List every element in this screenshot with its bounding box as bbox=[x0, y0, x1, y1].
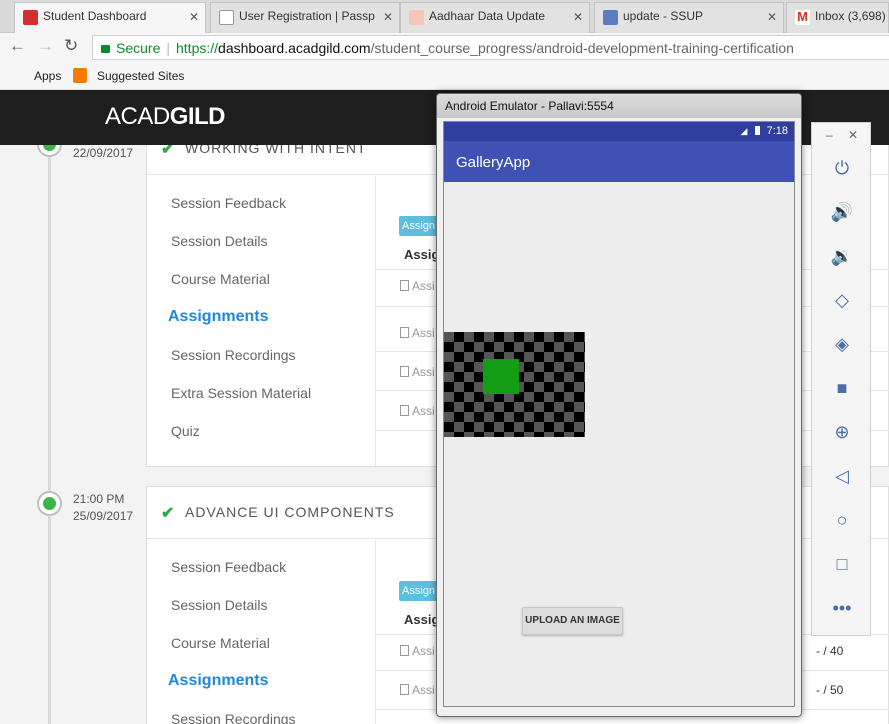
tab-student-dashboard[interactable]: Student Dashboard ✕ bbox=[14, 2, 206, 33]
image-preview bbox=[444, 332, 585, 437]
close-tab-icon[interactable]: ✕ bbox=[189, 10, 199, 24]
emulator-screen[interactable]: ◢ 7:18 GalleryApp UPLOAD AN IMAGE bbox=[443, 121, 795, 707]
session-menu: Session Feedback Session Details Course … bbox=[147, 540, 376, 724]
aadhaar-favicon-icon bbox=[409, 10, 424, 25]
power-icon[interactable]: ⏻ bbox=[829, 155, 855, 181]
address-bar[interactable]: Secure | https://dashboard.acadgild.com/st… bbox=[92, 35, 889, 60]
emulator-controls-panel: – ✕ ⏻ 🔊 🔉 ◇ ◈ ■ ⊕ ◁ ○ □ ••• bbox=[811, 122, 871, 636]
assignment-row[interactable]: Assi bbox=[400, 279, 435, 293]
assignments-column-header: Assig bbox=[404, 247, 440, 262]
minimize-icon[interactable]: – bbox=[826, 128, 833, 142]
assignment-score: - / 50 bbox=[816, 683, 844, 697]
zoom-icon[interactable]: ⊕ bbox=[829, 419, 855, 445]
more-icon[interactable]: ••• bbox=[829, 595, 855, 621]
tab-user-registration[interactable]: User Registration | Passp ✕ bbox=[210, 2, 400, 33]
pdf-icon bbox=[400, 645, 409, 656]
tab-update-ssup[interactable]: update - SSUP ✕ bbox=[594, 2, 784, 33]
close-tab-icon[interactable]: ✕ bbox=[573, 10, 583, 24]
menu-session-recordings[interactable]: Session Recordings bbox=[147, 700, 375, 724]
camera-icon[interactable]: ■ bbox=[829, 375, 855, 401]
assignment-row[interactable]: Assi bbox=[400, 683, 435, 697]
acadgild-logo[interactable]: ACADGILD bbox=[105, 103, 226, 131]
app-toolbar: GalleryApp bbox=[444, 141, 794, 182]
back-icon[interactable]: ← bbox=[9, 36, 26, 56]
menu-session-recordings[interactable]: Session Recordings bbox=[147, 336, 375, 374]
tab-inbox[interactable]: M Inbox (3,698) bbox=[786, 2, 889, 33]
assignment-score: - / 40 bbox=[816, 644, 844, 658]
assignment-row[interactable]: Assi bbox=[400, 644, 435, 658]
signal-icon: ◢ bbox=[740, 126, 748, 136]
volume-up-icon[interactable]: 🔊 bbox=[829, 199, 855, 225]
back-triangle-icon[interactable]: ◁ bbox=[829, 463, 855, 489]
session-menu: Session Feedback Session Details Course … bbox=[147, 176, 376, 468]
home-circle-icon[interactable]: ○ bbox=[829, 507, 855, 533]
battery-icon bbox=[754, 126, 760, 135]
acadgild-favicon-icon bbox=[23, 10, 38, 25]
ssup-favicon-icon bbox=[603, 10, 618, 25]
menu-quiz[interactable]: Quiz bbox=[147, 412, 375, 450]
emulator-title-bar[interactable]: Android Emulator - Pallavi:5554 bbox=[437, 94, 801, 118]
assignments-badge[interactable]: Assign bbox=[399, 216, 439, 236]
checkmark-icon: ✔ bbox=[161, 145, 176, 158]
timeline-dot bbox=[37, 145, 62, 157]
close-tab-icon[interactable]: ✕ bbox=[767, 10, 777, 24]
document-icon bbox=[219, 10, 234, 25]
overview-square-icon[interactable]: □ bbox=[829, 551, 855, 577]
suggested-sites-icon bbox=[73, 68, 87, 83]
timeline-line bbox=[48, 145, 51, 724]
menu-extra-session-material[interactable]: Extra Session Material bbox=[147, 374, 375, 412]
pdf-icon bbox=[400, 280, 409, 291]
session-title: ADVANCE UI COMPONENTS bbox=[185, 504, 395, 520]
suggested-sites-bookmark[interactable]: Suggested Sites bbox=[97, 69, 184, 83]
menu-course-material[interactable]: Course Material bbox=[147, 624, 375, 662]
rotate-left-icon[interactable]: ◇ bbox=[829, 287, 855, 313]
timeline-dot bbox=[37, 491, 62, 516]
pdf-icon bbox=[400, 405, 409, 416]
menu-session-feedback[interactable]: Session Feedback bbox=[147, 548, 375, 586]
rotate-right-icon[interactable]: ◈ bbox=[829, 331, 855, 357]
menu-course-material[interactable]: Course Material bbox=[147, 260, 375, 298]
menu-session-details[interactable]: Session Details bbox=[147, 586, 375, 624]
checkmark-icon: ✔ bbox=[161, 505, 176, 522]
pdf-icon bbox=[400, 684, 409, 695]
session-datetime: 22/09/2017 bbox=[73, 146, 134, 160]
upload-image-button[interactable]: UPLOAD AN IMAGE bbox=[522, 607, 623, 635]
assignments-column-header: Assig bbox=[404, 612, 440, 627]
app-title: GalleryApp bbox=[456, 154, 531, 171]
menu-session-feedback[interactable]: Session Feedback bbox=[147, 184, 375, 222]
placeholder-square bbox=[483, 359, 519, 394]
menu-assignments[interactable]: Assignments bbox=[147, 298, 375, 336]
url-text: https://dashboard.acadgild.com/student_c… bbox=[176, 40, 794, 56]
assignments-badge[interactable]: Assign bbox=[399, 581, 439, 601]
android-status-bar: ◢ 7:18 bbox=[444, 122, 794, 141]
assignment-row[interactable]: Assi bbox=[400, 404, 435, 418]
menu-assignments[interactable]: Assignments bbox=[147, 662, 375, 700]
lock-icon bbox=[101, 45, 110, 53]
tab-aadhaar[interactable]: Aadhaar Data Update ✕ bbox=[400, 2, 590, 33]
assignment-row[interactable]: Assi bbox=[400, 326, 435, 340]
menu-session-details[interactable]: Session Details bbox=[147, 222, 375, 260]
pdf-icon bbox=[400, 327, 409, 338]
pdf-icon bbox=[400, 366, 409, 377]
apps-bookmark[interactable]: Apps bbox=[34, 69, 61, 83]
close-tab-icon[interactable]: ✕ bbox=[383, 10, 393, 24]
assignment-row[interactable]: Assi bbox=[400, 365, 435, 379]
session-datetime: 21:00 PM 25/09/2017 bbox=[73, 492, 134, 523]
close-icon[interactable]: ✕ bbox=[848, 128, 858, 142]
tab-strip: Student Dashboard ✕ User Registration | … bbox=[0, 0, 889, 33]
forward-icon[interactable]: → bbox=[37, 36, 54, 56]
gmail-icon: M bbox=[795, 10, 810, 25]
status-clock: 7:18 bbox=[766, 125, 788, 137]
bookmarks-bar: Apps Suggested Sites bbox=[0, 62, 889, 143]
volume-down-icon[interactable]: 🔉 bbox=[829, 243, 855, 269]
address-toolbar: ← → ↻ Secure | https://dashboard.acadgild.… bbox=[0, 33, 889, 62]
session-title: WORKING WITH INTENT bbox=[185, 145, 367, 156]
reload-icon[interactable]: ↻ bbox=[64, 36, 78, 56]
